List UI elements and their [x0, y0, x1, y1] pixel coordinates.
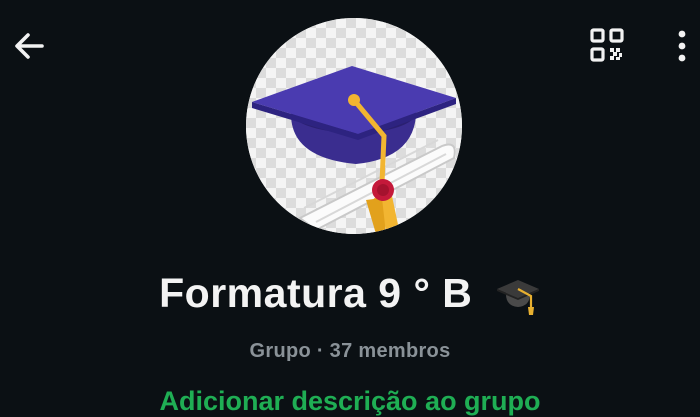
- graduation-cap-icon: [495, 272, 541, 316]
- add-description-link[interactable]: Adicionar descrição ao grupo: [0, 386, 700, 417]
- group-avatar[interactable]: [246, 18, 462, 234]
- more-vertical-icon: [678, 30, 686, 62]
- group-member-count: Grupo · 37 membros: [249, 340, 451, 362]
- group-name: Formatura 9 ° B: [159, 270, 473, 316]
- back-button[interactable]: [12, 30, 48, 62]
- graduation-cap-image: [246, 18, 462, 234]
- more-options-button[interactable]: [670, 26, 694, 66]
- arrow-left-icon: [15, 33, 44, 59]
- group-title-row: Formatura 9 ° B: [0, 270, 700, 317]
- qr-code-icon: [590, 28, 624, 62]
- qr-code-button[interactable]: [588, 26, 626, 64]
